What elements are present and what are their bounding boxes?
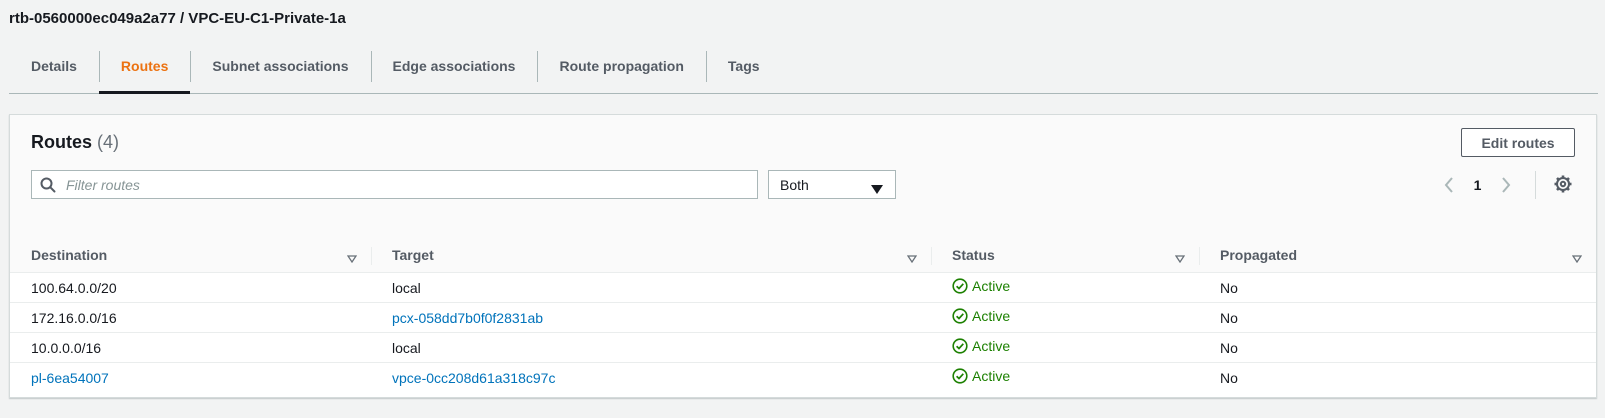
routes-panel-header: Routes(4) Edit routes Both 1 (10, 115, 1596, 239)
sort-icon[interactable] (346, 250, 358, 266)
tab-edge-associations[interactable]: Edge associations (370, 49, 538, 83)
search-icon (32, 170, 64, 199)
destination-cell: pl-6ea54007 (10, 363, 371, 393)
target-cell: local (371, 332, 931, 363)
gear-icon[interactable] (1554, 175, 1572, 198)
table-header-row: Destination Target Status Propagated (10, 238, 1596, 273)
sort-icon[interactable] (906, 250, 918, 266)
chevron-left-icon[interactable] (1440, 177, 1458, 193)
page-number[interactable]: 1 (1458, 177, 1497, 193)
filter-routes-field[interactable] (31, 170, 758, 199)
column-header-status[interactable]: Status (931, 238, 1199, 273)
routes-title: Routes (31, 132, 93, 152)
propagation-select-value: Both (780, 176, 809, 193)
destination-cell: 100.64.0.0/20 (10, 272, 371, 303)
destination-cell: 10.0.0.0/16 (10, 332, 371, 363)
target-link[interactable]: pcx-058dd7b0f0f2831ab (392, 310, 543, 326)
chevron-right-icon[interactable] (1497, 177, 1515, 193)
propagation-select[interactable]: Both (768, 170, 896, 199)
table-row: 10.0.0.0/16 local Active No (10, 332, 1596, 363)
propagated-cell: No (1199, 272, 1596, 303)
sort-icon[interactable] (1571, 250, 1583, 266)
column-label: Target (392, 247, 434, 263)
status-cell: Active (931, 272, 1199, 303)
tab-details[interactable]: Details (9, 49, 99, 83)
status-badge: Active (952, 338, 1010, 354)
column-label: Destination (31, 247, 108, 263)
table-row: 100.64.0.0/20 local Active No (10, 272, 1596, 303)
status-text: Active (972, 368, 1011, 384)
routes-table: Destination Target Status Propagated 100… (10, 238, 1596, 392)
status-badge: Active (952, 278, 1010, 294)
pager-divider (1535, 171, 1536, 199)
table-row: pl-6ea54007 vpce-0cc208d61a318c97c Activ… (10, 363, 1596, 393)
status-cell: Active (931, 332, 1199, 363)
filter-routes-input[interactable] (64, 171, 757, 198)
status-badge: Active (952, 308, 1010, 324)
pagination: 1 (1440, 173, 1515, 197)
routes-count: (4) (97, 132, 120, 152)
column-label: Propagated (1220, 247, 1298, 263)
tab-tags[interactable]: Tags (705, 49, 782, 83)
check-circle-icon (952, 308, 968, 324)
tab-subnet-associations[interactable]: Subnet associations (190, 49, 370, 83)
routes-heading: Routes (4) (31, 132, 119, 153)
status-text: Active (972, 278, 1011, 294)
target-cell: pcx-058dd7b0f0f2831ab (371, 302, 931, 333)
edit-routes-button[interactable]: Edit routes (1461, 128, 1575, 157)
column-header-propagated[interactable]: Propagated (1199, 238, 1596, 273)
target-cell: vpce-0cc208d61a318c97c (371, 363, 931, 393)
page-title: rtb-0560000ec049a2a77 / VPC-EU-C1-Privat… (9, 10, 346, 27)
column-label: Status (952, 247, 995, 263)
caret-down-icon (871, 181, 883, 197)
target-cell: local (371, 272, 931, 303)
column-header-target[interactable]: Target (371, 238, 931, 273)
check-circle-icon (952, 368, 968, 384)
status-text: Active (972, 338, 1011, 354)
propagated-cell: No (1220, 369, 1238, 386)
tab-routes[interactable]: Routes (98, 49, 191, 94)
check-circle-icon (952, 338, 968, 354)
destination-cell: 172.16.0.0/16 (10, 302, 371, 333)
status-text: Active (972, 308, 1011, 324)
propagated-cell: No (1199, 302, 1596, 333)
sort-icon[interactable] (1174, 250, 1186, 266)
target-link[interactable]: vpce-0cc208d61a318c97c (392, 370, 555, 386)
column-header-destination[interactable]: Destination (10, 238, 371, 273)
status-cell: Active (931, 363, 1199, 393)
tab-bar: Details Routes Subnet associations Edge … (9, 47, 1598, 94)
status-cell: Active (931, 302, 1199, 333)
destination-link[interactable]: pl-6ea54007 (31, 370, 109, 386)
status-badge: Active (952, 368, 1010, 384)
propagated-cell: No (1199, 332, 1596, 363)
table-row: 172.16.0.0/16 pcx-058dd7b0f0f2831ab Acti… (10, 302, 1596, 333)
routes-panel: Routes(4) Edit routes Both 1 (9, 114, 1597, 398)
check-circle-icon (952, 278, 968, 294)
tab-route-propagation[interactable]: Route propagation (537, 49, 705, 83)
